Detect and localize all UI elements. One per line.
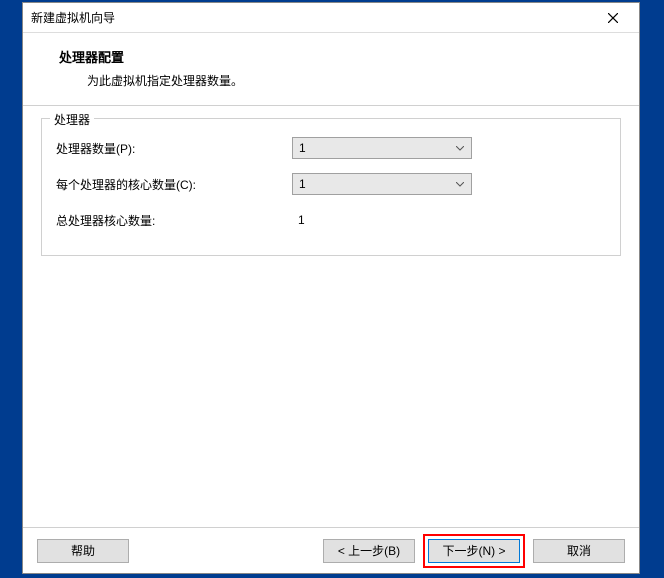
page-subtitle: 为此虚拟机指定处理器数量。 bbox=[87, 72, 615, 89]
groupbox-legend: 处理器 bbox=[50, 111, 94, 128]
window-title: 新建虚拟机向导 bbox=[31, 9, 115, 26]
wizard-window: 新建虚拟机向导 处理器配置 为此虚拟机指定处理器数量。 处理器 处理器数量(P)… bbox=[22, 2, 640, 574]
wizard-header: 处理器配置 为此虚拟机指定处理器数量。 bbox=[23, 33, 639, 99]
cancel-button[interactable]: 取消 bbox=[533, 539, 625, 563]
content-area: 处理器 处理器数量(P): 1 每个处理器的核心数量(C): 1 bbox=[23, 106, 639, 527]
titlebar: 新建虚拟机向导 bbox=[23, 3, 639, 33]
cores-per-processor-value: 1 bbox=[299, 177, 306, 191]
chevron-down-icon bbox=[451, 139, 469, 157]
back-button[interactable]: < 上一步(B) bbox=[323, 539, 415, 563]
row-cores-per-processor: 每个处理器的核心数量(C): 1 bbox=[56, 169, 606, 199]
total-cores-label: 总处理器核心数量: bbox=[56, 212, 292, 229]
processor-count-value: 1 bbox=[299, 141, 306, 155]
help-button[interactable]: 帮助 bbox=[37, 539, 129, 563]
close-icon bbox=[608, 13, 618, 23]
chevron-down-icon bbox=[451, 175, 469, 193]
wizard-footer: 帮助 < 上一步(B) 下一步(N) > 取消 bbox=[23, 527, 639, 573]
processor-count-select[interactable]: 1 bbox=[292, 137, 472, 159]
cores-per-processor-select[interactable]: 1 bbox=[292, 173, 472, 195]
row-processor-count: 处理器数量(P): 1 bbox=[56, 133, 606, 163]
close-button[interactable] bbox=[593, 4, 633, 32]
total-cores-value: 1 bbox=[292, 213, 305, 227]
processor-count-label: 处理器数量(P): bbox=[56, 140, 292, 157]
processor-groupbox: 处理器 处理器数量(P): 1 每个处理器的核心数量(C): 1 bbox=[41, 118, 621, 256]
cores-per-processor-label: 每个处理器的核心数量(C): bbox=[56, 176, 292, 193]
next-button[interactable]: 下一步(N) > bbox=[428, 539, 520, 563]
next-button-highlight: 下一步(N) > bbox=[423, 534, 525, 568]
row-total-cores: 总处理器核心数量: 1 bbox=[56, 205, 606, 235]
page-title: 处理器配置 bbox=[59, 47, 615, 66]
